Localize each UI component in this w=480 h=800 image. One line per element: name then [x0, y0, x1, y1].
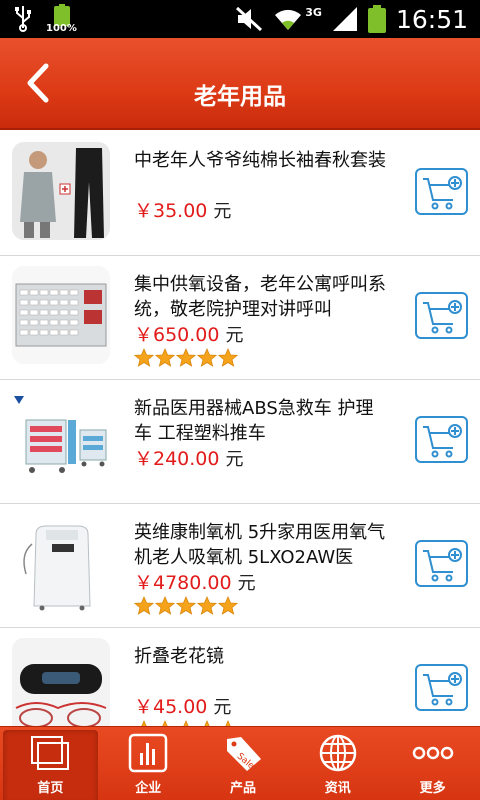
cart-plus-icon	[423, 176, 462, 210]
battery-icon: 100%	[46, 4, 78, 34]
product-price: ￥4780.00 元	[134, 572, 256, 594]
star-icon	[176, 348, 196, 367]
product-name: 新品医用器械ABS急救车 护理车 工程塑料推车	[134, 398, 374, 444]
nav-company[interactable]: 企业	[101, 727, 196, 800]
list-item[interactable]: 中老年人爷爷纯棉长袖春秋套装 ￥35.00 元	[0, 132, 480, 256]
star-icon	[218, 348, 238, 367]
list-item[interactable]: 新品医用器械ABS急救车 护理车 工程塑料推车 ￥240.00 元	[0, 380, 480, 504]
nav-label: 产品	[229, 781, 256, 796]
sale-tag-icon: Sale	[226, 737, 261, 772]
star-icon	[176, 596, 196, 615]
bottom-nav: 首页 企业 Sale 产品 资讯 更多	[0, 726, 480, 800]
add-to-cart-button[interactable]	[415, 292, 468, 339]
status-bar: 100% 3G 16:51	[0, 0, 480, 38]
nav-label: 企业	[135, 781, 162, 796]
network-type: 3G	[305, 5, 322, 19]
cart-plus-icon	[423, 672, 462, 706]
add-to-cart-button[interactable]	[415, 416, 468, 463]
product-name: 英维康制氧机 5升家用医用氧气机老人吸氧机 5LXO2AW医	[134, 522, 386, 568]
add-to-cart-button[interactable]	[415, 540, 468, 587]
product-price: ￥240.00 元	[134, 448, 244, 470]
product-image	[12, 266, 110, 364]
product-image	[12, 390, 110, 488]
nav-label: 更多	[419, 781, 446, 796]
wifi-icon	[275, 9, 302, 30]
product-image	[12, 142, 110, 240]
list-item[interactable]: 折叠老花镜 ￥45.00 元	[0, 628, 480, 726]
cart-plus-icon	[423, 424, 462, 458]
add-to-cart-button[interactable]	[415, 664, 468, 711]
home-icon	[31, 736, 70, 770]
rating-stars	[134, 348, 238, 368]
star-icon	[155, 348, 175, 367]
star-icon	[197, 348, 217, 367]
star-icon	[218, 596, 238, 615]
product-name: 中老年人爷爷纯棉长袖春秋套装	[134, 150, 386, 171]
product-name: 折叠老花镜	[134, 646, 224, 667]
product-price: ￥35.00 元	[134, 200, 232, 222]
usb-icon	[15, 6, 31, 32]
product-price: ￥45.00 元	[134, 696, 232, 718]
product-image	[12, 638, 110, 726]
nav-more[interactable]: 更多	[385, 727, 480, 800]
star-icon	[197, 596, 217, 615]
title-bar: 老年用品	[0, 38, 480, 130]
chart-icon	[128, 733, 168, 773]
page-title: 老年用品	[194, 84, 286, 110]
more-icon	[412, 746, 453, 760]
star-icon	[134, 596, 154, 615]
battery-percent: 100%	[46, 23, 77, 34]
mute-icon	[236, 6, 263, 32]
product-image	[12, 514, 110, 612]
cart-plus-icon	[423, 300, 462, 334]
nav-news[interactable]: 资讯	[290, 727, 385, 800]
clock: 16:51	[395, 4, 468, 34]
rating-stars	[134, 596, 238, 616]
nav-label: 首页	[37, 781, 64, 796]
battery-icon	[367, 5, 386, 33]
nav-label: 资讯	[324, 781, 351, 796]
product-price: ￥650.00 元	[134, 324, 244, 346]
star-icon	[155, 596, 175, 615]
star-icon	[134, 348, 154, 367]
list-item[interactable]: 集中供氧设备，老年公寓呼叫系统，敬老院护理对讲呼叫 ￥650.00 元	[0, 256, 480, 380]
signal-icon	[332, 7, 357, 31]
add-to-cart-button[interactable]	[415, 168, 468, 215]
cart-plus-icon	[423, 548, 462, 582]
product-name: 集中供氧设备，老年公寓呼叫系统，敬老院护理对讲呼叫	[134, 274, 386, 320]
globe-icon	[319, 734, 357, 772]
list-item[interactable]: 英维康制氧机 5升家用医用氧气机老人吸氧机 5LXO2AW医 ￥4780.00 元	[0, 504, 480, 628]
nav-products[interactable]: Sale 产品	[196, 727, 291, 800]
product-list: 中老年人爷爷纯棉长袖春秋套装 ￥35.00 元 集中供氧设备，老年公寓呼叫系统，…	[0, 132, 480, 726]
nav-home[interactable]: 首页	[3, 730, 98, 800]
